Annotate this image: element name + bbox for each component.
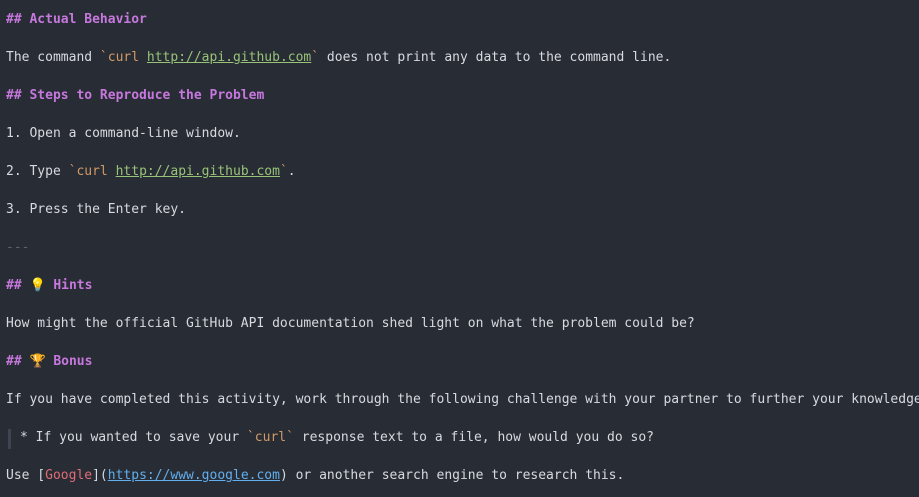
heading-marker: ## bbox=[6, 88, 30, 103]
text-segment: ]( bbox=[92, 468, 108, 483]
heading-text: Actual Behavior bbox=[29, 12, 147, 27]
horizontal-rule: --- bbox=[6, 240, 30, 255]
heading-bonus: ## 🏆 Bonus bbox=[6, 353, 92, 371]
trophy-icon: 🏆 bbox=[29, 354, 46, 369]
inline-code: `curl` bbox=[246, 430, 294, 445]
step-2: 2. Type `curl http://api.github.com`. bbox=[6, 163, 296, 181]
text-segment: The command bbox=[6, 50, 100, 65]
url-link[interactable]: http://api.github.com bbox=[116, 164, 280, 179]
inline-code: `curl bbox=[68, 164, 116, 179]
text-segment: * If you wanted to save your bbox=[20, 430, 247, 445]
inline-code: `curl bbox=[99, 50, 147, 65]
text-segment: Use [ bbox=[6, 468, 46, 483]
heading-marker: ## bbox=[6, 12, 30, 27]
heading-text: Hints bbox=[53, 278, 93, 293]
url-link[interactable]: http://api.github.com bbox=[147, 50, 311, 65]
hints-text: How might the official GitHub API docume… bbox=[6, 316, 695, 331]
bonus-bullet: * If you wanted to save your `curl` resp… bbox=[20, 429, 654, 447]
text-segment: response text to a file, how would you d… bbox=[293, 430, 654, 445]
step-3: 3. Press the Enter key. bbox=[6, 202, 187, 217]
inline-code-end: ` bbox=[279, 164, 288, 179]
heading-actual-behavior: ## Actual Behavior bbox=[6, 11, 147, 29]
lightbulb-icon: 💡 bbox=[29, 278, 46, 293]
text-segment: 2. Type bbox=[6, 164, 69, 179]
text-segment: does not print any data to the command l… bbox=[319, 50, 672, 65]
heading-hints: ## 💡 Hints bbox=[6, 277, 92, 295]
bonus-text: If you have completed this activity, wor… bbox=[6, 392, 919, 407]
inline-code-end: ` bbox=[311, 50, 320, 65]
markdown-editor[interactable]: ## Actual Behavior The command `curl htt… bbox=[0, 0, 919, 497]
link-text[interactable]: Google bbox=[45, 468, 92, 483]
heading-marker: ## bbox=[6, 278, 30, 293]
heading-marker: ## bbox=[6, 354, 30, 369]
link-url[interactable]: https://www.google.com bbox=[108, 468, 280, 483]
actual-behavior-text: The command `curl http://api.github.com`… bbox=[6, 49, 671, 67]
heading-text: Steps to Reproduce the Problem bbox=[29, 88, 265, 103]
heading-steps: ## Steps to Reproduce the Problem bbox=[6, 87, 264, 105]
text-segment: ) or another search engine to research t… bbox=[279, 468, 625, 483]
text-segment: . bbox=[287, 164, 296, 179]
heading-text: Bonus bbox=[53, 354, 93, 369]
research-line: Use [Google](https://www.google.com) or … bbox=[6, 467, 624, 485]
blockquote-bar bbox=[8, 429, 11, 449]
step-1: 1. Open a command-line window. bbox=[6, 126, 241, 141]
